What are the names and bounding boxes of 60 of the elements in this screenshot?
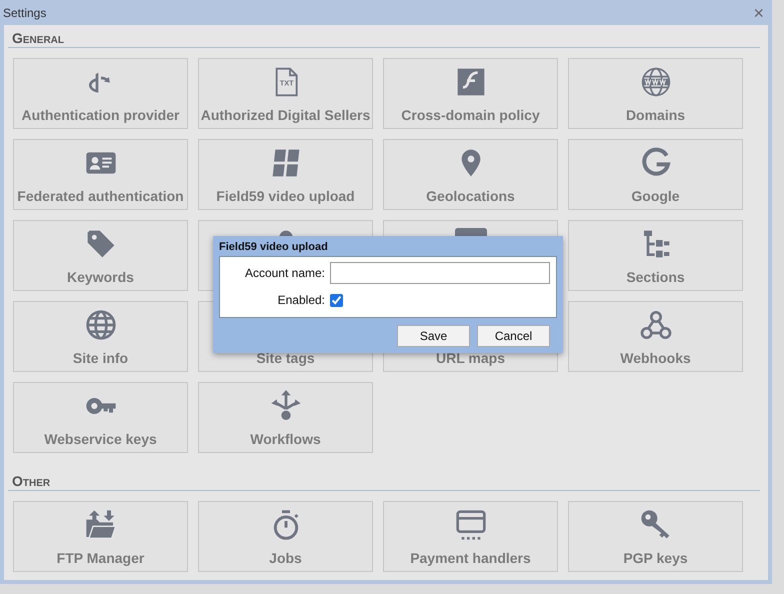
settings-tile[interactable]: Webservice keys: [13, 382, 188, 453]
settings-tile[interactable]: Cross-domain policy: [383, 58, 558, 129]
settings-tile[interactable]: PGP keys: [568, 501, 743, 572]
tag-icon: [84, 228, 116, 260]
settings-tile[interactable]: TXT Authorized Digital Sellers: [198, 58, 373, 129]
settings-tile[interactable]: Federated authentication: [13, 139, 188, 210]
tile-label: FTP Manager: [56, 550, 144, 566]
settings-tile[interactable]: Sections: [568, 220, 743, 291]
arrows-icon: [270, 390, 302, 422]
tile-label: Sections: [626, 269, 685, 285]
google-icon: [640, 147, 672, 179]
enabled-checkbox[interactable]: [330, 294, 343, 306]
settings-tile[interactable]: Workflows: [198, 382, 373, 453]
folder-icon: [84, 509, 116, 541]
dialog-title: Field59 video upload: [219, 240, 329, 255]
tile-label: Site tags: [256, 350, 315, 366]
tile-label: Field59 video upload: [216, 188, 355, 204]
settings-tile[interactable]: FTP Manager: [13, 501, 188, 572]
section-heading: Other: [12, 473, 50, 489]
tile-label: PGP keys: [623, 550, 688, 566]
globe-icon: [84, 309, 116, 341]
settings-tile[interactable]: Payment handlers: [383, 501, 558, 572]
credit-card-icon: [454, 509, 486, 541]
field-label: Account name:: [244, 266, 325, 280]
tile-label: Jobs: [269, 550, 302, 566]
field-label: Enabled:: [276, 293, 325, 307]
settings-tile[interactable]: Site info: [13, 301, 188, 372]
tile-label: Geolocations: [426, 188, 515, 204]
tile-label: Cross-domain policy: [401, 107, 540, 123]
tile-label: URL maps: [436, 350, 505, 366]
key-icon: [640, 509, 672, 541]
globe-icon: [640, 66, 672, 98]
settings-tile[interactable]: Google: [568, 139, 743, 210]
tile-label: Site info: [72, 350, 128, 366]
tile-label: Payment handlers: [410, 550, 531, 566]
tile-label: Webhooks: [620, 350, 691, 366]
four-squares-icon: [270, 147, 302, 179]
tile-label: Federated authentication: [17, 188, 184, 204]
tile-label: Domains: [626, 107, 686, 123]
tile-label: Authorized Digital Sellers: [200, 107, 370, 123]
tile-label: Google: [631, 188, 680, 204]
settings-tile[interactable]: Geolocations: [383, 139, 558, 210]
tile-label: Authentication provider: [22, 107, 180, 123]
account-name-field[interactable]: [330, 262, 550, 284]
cancel-button[interactable]: Cancel: [477, 325, 550, 347]
webhook-icon: [640, 309, 672, 341]
settings-tile[interactable]: Authentication provider: [13, 58, 188, 129]
flash-icon: [454, 66, 486, 98]
settings-tile[interactable]: Jobs: [198, 501, 373, 572]
settings-tile[interactable]: Domains: [568, 58, 743, 129]
tile-label: Webservice keys: [44, 431, 157, 447]
section-heading: General: [12, 30, 64, 46]
tile-label: Workflows: [250, 431, 321, 447]
tile-label: Keywords: [67, 269, 134, 285]
settings-tile[interactable]: Keywords: [13, 220, 188, 291]
save-button[interactable]: Save: [397, 325, 470, 347]
settings-tile[interactable]: Webhooks: [568, 301, 743, 372]
window-title: Settings: [3, 6, 46, 20]
close-button[interactable]: ×: [749, 4, 768, 20]
settings-tile[interactable]: Field59 video upload: [198, 139, 373, 210]
